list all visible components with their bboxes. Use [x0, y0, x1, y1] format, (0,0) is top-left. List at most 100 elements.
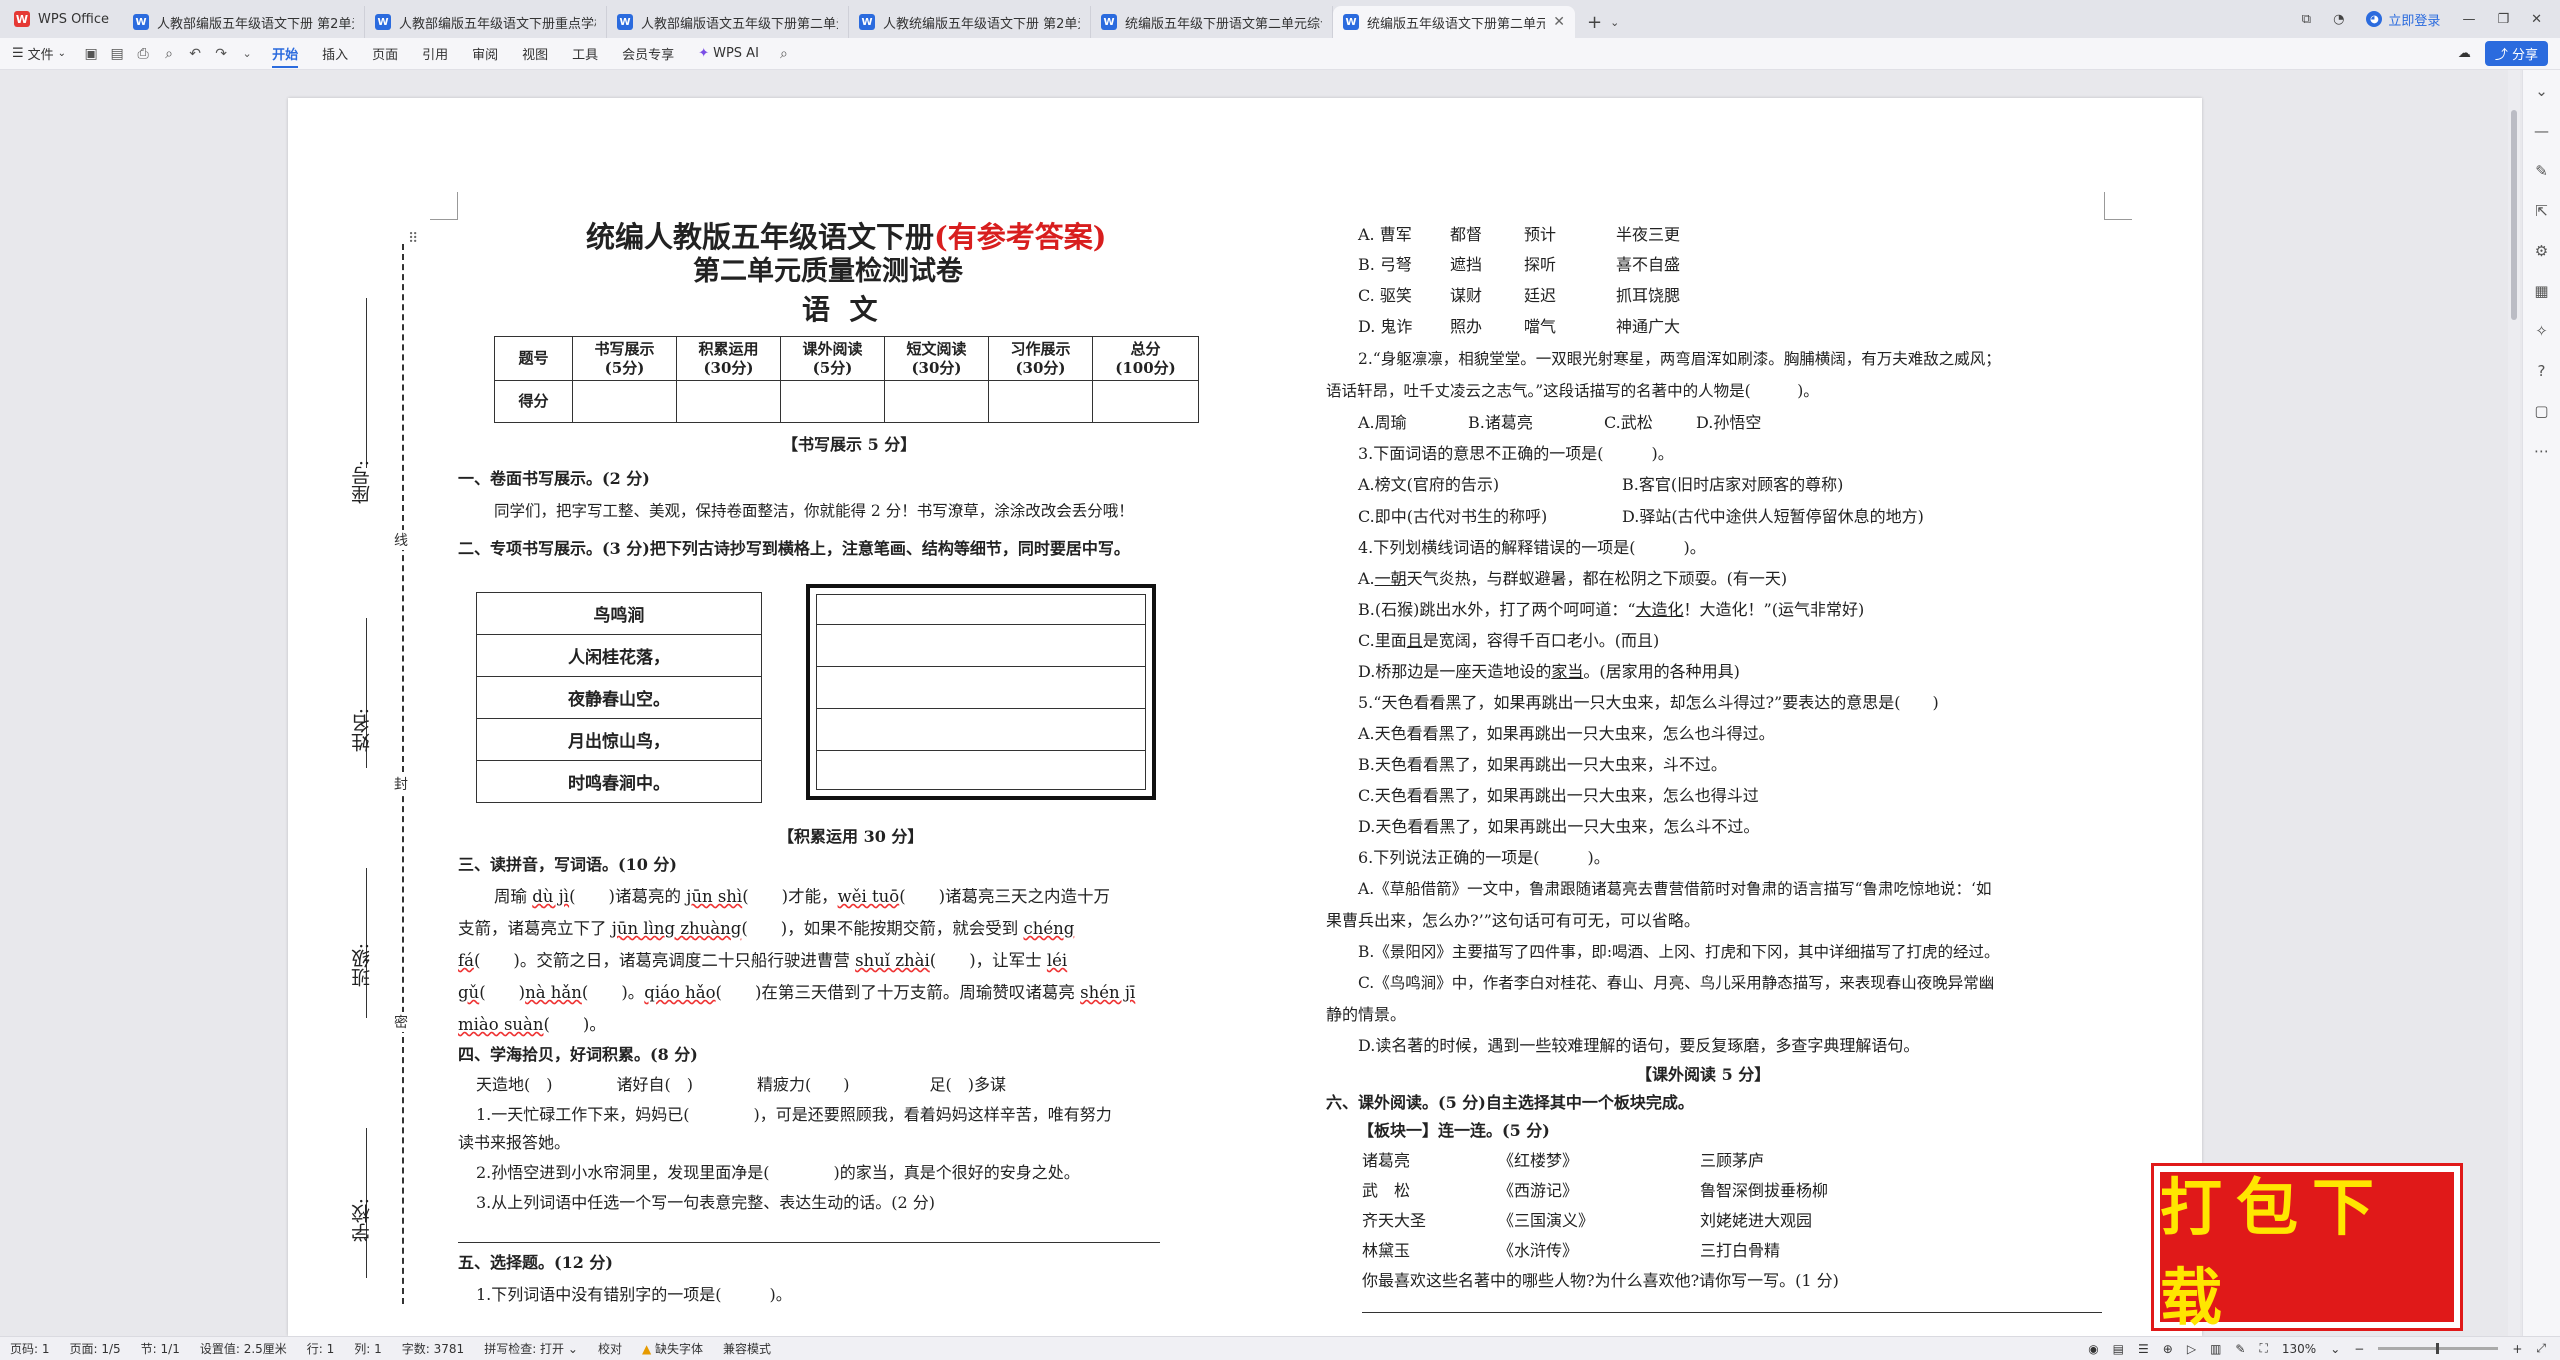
seat-label: 座号:: [348, 460, 376, 504]
more-icon[interactable]: ⋯: [2534, 442, 2549, 460]
document-tab-active[interactable]: W 统编版五年级语文下册第二单元 ✕: [1333, 6, 1576, 38]
wps-home-tab[interactable]: W WPS Office: [0, 0, 123, 38]
warning-icon: ▲: [641, 1342, 652, 1356]
outline-view-icon[interactable]: ☰: [2138, 1342, 2149, 1356]
text-span: ( )诸葛亮的: [569, 887, 687, 906]
status-col[interactable]: 列: 1: [344, 1340, 392, 1357]
document-tab[interactable]: W 人教部编版五年级语文下册 第2单元: [123, 6, 366, 38]
status-words[interactable]: 字数: 3781: [392, 1340, 474, 1357]
q5-item-3: 3.下面词语的意思不正确的一项是( )。: [1358, 444, 1674, 463]
share-button[interactable]: ⤴ 分享: [2484, 41, 2548, 66]
tab-member[interactable]: 会员专享: [610, 38, 686, 70]
score-cell[interactable]: [884, 380, 989, 423]
read-mode-icon[interactable]: ▥: [2210, 1342, 2221, 1356]
score-cell[interactable]: [1092, 380, 1199, 423]
bell-icon[interactable]: ◔: [2333, 12, 2344, 27]
window-manage-icon[interactable]: ⧉: [2302, 12, 2311, 27]
status-row[interactable]: 行: 1: [297, 1340, 345, 1357]
export-pdf-icon[interactable]: ▤: [104, 38, 130, 70]
answer-line[interactable]: [1362, 1312, 2102, 1313]
new-tab-button[interactable]: + ⌄: [1575, 6, 1631, 38]
restore-icon[interactable]: ❐: [2497, 12, 2509, 27]
score-cell[interactable]: [780, 380, 885, 423]
tab-insert[interactable]: 插入: [310, 38, 360, 70]
status-spell[interactable]: 拼写检查: 打开 ⌄: [474, 1340, 588, 1357]
tab-title: 统编版五年级下册语文第二单元综合: [1125, 16, 1323, 32]
sliders-icon[interactable]: ⚙: [2535, 242, 2548, 260]
fit-icon[interactable]: ⛶: [2259, 1341, 2267, 1356]
close-window-icon[interactable]: ✕: [2531, 12, 2542, 27]
q5-item-4-b: B.(石猴)跳出水外，打了两个呵呵道：“大造化！大造化！”(运气非常好): [1358, 599, 1864, 621]
help-icon[interactable]: ?: [2538, 362, 2546, 380]
match-row: 诸葛亮 《红楼梦》 三顾茅庐: [1362, 1150, 1764, 1172]
scrollbar-thumb[interactable]: [2511, 110, 2517, 320]
status-page[interactable]: 页码: 1: [0, 1340, 60, 1357]
eye-icon[interactable]: ◉: [2088, 1342, 2098, 1356]
minimize-icon[interactable]: —: [2462, 12, 2475, 27]
document-tab[interactable]: W 人教部编版五年级语文下册重点学校: [365, 6, 608, 38]
print-preview-icon[interactable]: ⌕: [156, 38, 182, 70]
zoom-in-icon[interactable]: +: [2512, 1342, 2522, 1356]
writing-grid[interactable]: [806, 584, 1156, 800]
section-accumulation: 【积累运用 30 分】: [778, 827, 924, 846]
tab-tools[interactable]: 工具: [560, 38, 610, 70]
select-icon[interactable]: ⇱: [2535, 202, 2548, 220]
tab-home[interactable]: 开始: [260, 38, 310, 70]
collapse-icon[interactable]: ⌄: [2535, 82, 2548, 100]
fullscreen-icon[interactable]: ⤢: [2536, 1341, 2546, 1356]
zoom-out-icon[interactable]: −: [2354, 1342, 2364, 1356]
score-cell[interactable]: [572, 380, 677, 423]
pen-mode-icon[interactable]: ✎: [2235, 1342, 2245, 1356]
chevron-down-icon[interactable]: ⌄: [2330, 1342, 2340, 1356]
margin-corner: [430, 192, 458, 220]
score-cell[interactable]: [676, 380, 781, 423]
document-tab[interactable]: W 人教统编版五年级语文下册 第2单元: [849, 6, 1092, 38]
download-badge[interactable]: 打包下载: [2151, 1163, 2463, 1334]
document-tab[interactable]: W 统编版五年级下册语文第二单元综合: [1091, 6, 1334, 38]
login-button[interactable]: ◕ 立即登录: [2366, 10, 2440, 29]
pen-icon[interactable]: ✎: [2535, 162, 2548, 180]
print-icon[interactable]: ⎙: [130, 38, 156, 70]
status-setting[interactable]: 设置值: 2.5厘米: [190, 1340, 297, 1357]
pinyin-word: dù jì: [532, 887, 570, 906]
cloud-sync-icon[interactable]: ☁: [2458, 46, 2471, 61]
status-pages[interactable]: 页面: 1/5: [60, 1340, 131, 1357]
tab-page[interactable]: 页面: [360, 38, 410, 70]
minus-icon[interactable]: —: [2534, 122, 2549, 140]
q5-item-5-a: A.天色看看黑了，如果再跳出一只大虫来，怎么也斗得过。: [1358, 724, 1775, 743]
option-text: C.武松: [1604, 413, 1653, 432]
redo-icon[interactable]: ↷: [208, 38, 234, 70]
answer-line[interactable]: [458, 1242, 1160, 1243]
status-section[interactable]: 节: 1/1: [131, 1340, 190, 1357]
class-text: 班级:: [351, 943, 373, 988]
tab-review[interactable]: 审阅: [460, 38, 510, 70]
tab-view[interactable]: 视图: [510, 38, 560, 70]
score-cell[interactable]: [988, 380, 1093, 423]
status-missing-font[interactable]: ▲ 缺失字体: [632, 1340, 713, 1357]
status-compat[interactable]: 兼容模式: [713, 1340, 781, 1357]
pinyin-word: chéng: [1023, 919, 1075, 938]
underlined-word: 一朝: [1374, 569, 1407, 588]
text-span: 周瑜: [494, 887, 533, 906]
zoom-slider[interactable]: [2378, 1343, 2499, 1354]
more-chevron-icon[interactable]: ⌄: [234, 38, 260, 70]
score-header: 习作展示 (30分): [988, 336, 1093, 381]
undo-icon[interactable]: ↶: [182, 38, 208, 70]
bag-icon[interactable]: ▢: [2534, 402, 2548, 420]
search-icon[interactable]: ⌕: [771, 38, 797, 70]
close-icon[interactable]: ✕: [1553, 14, 1565, 30]
page-view-icon[interactable]: ▤: [2113, 1342, 2124, 1356]
save-icon[interactable]: ▣: [78, 38, 104, 70]
document-tab[interactable]: W 人教部编版语文五年级下册第二单元: [607, 6, 850, 38]
zoom-level[interactable]: 130%: [2282, 1342, 2316, 1356]
status-proof[interactable]: 校对: [588, 1340, 632, 1357]
drag-handle-icon[interactable]: ⠿: [408, 228, 418, 250]
tab-references[interactable]: 引用: [410, 38, 460, 70]
q4-item-1b: 读书来报答她。: [458, 1133, 571, 1152]
magic-icon[interactable]: ✧: [2535, 322, 2548, 340]
file-menu[interactable]: ☰ 文件 ⌄: [0, 38, 78, 70]
translate-icon[interactable]: ▦: [2534, 282, 2548, 300]
web-view-icon[interactable]: ⊕: [2163, 1342, 2173, 1356]
wps-ai-button[interactable]: ✦ WPS AI: [686, 38, 771, 70]
play-icon[interactable]: ▷: [2187, 1342, 2196, 1356]
